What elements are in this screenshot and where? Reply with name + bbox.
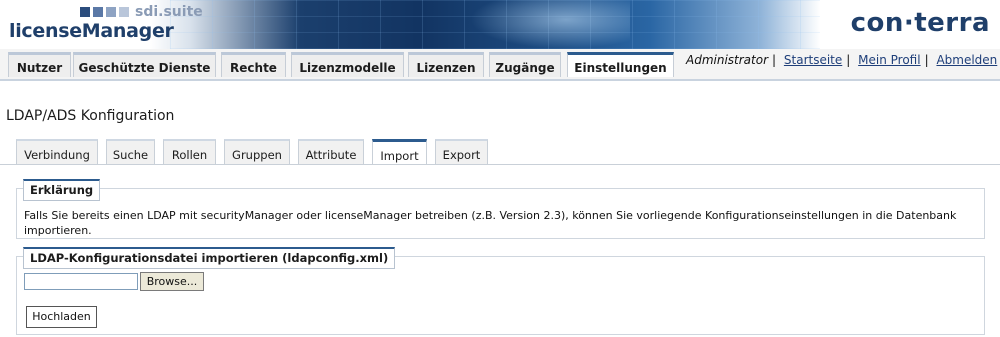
sub-nav: Verbindung Suche Rollen Gruppen Attribut…: [0, 139, 1000, 165]
subtab-export[interactable]: Export: [435, 139, 488, 164]
link-abmelden[interactable]: Abmelden: [936, 53, 997, 67]
subtab-suche[interactable]: Suche: [106, 139, 155, 164]
upload-button[interactable]: Hochladen: [26, 306, 97, 328]
import-legend: LDAP-Konfigurationsdatei importieren (ld…: [23, 247, 396, 269]
browse-button[interactable]: Browse...: [140, 272, 204, 291]
suite-logo: sdi.suite: [80, 4, 203, 20]
main-nav: Nutzer Geschützte Dienste Rechte Lizenzm…: [0, 49, 1000, 81]
user-role: Administrator: [686, 53, 769, 67]
import-fieldset: LDAP-Konfigurationsdatei importieren (ld…: [16, 247, 985, 335]
link-startseite[interactable]: Startseite: [784, 53, 842, 67]
tab-lizenzmodelle[interactable]: Lizenzmodelle: [291, 52, 404, 77]
logo-square-icon: [106, 7, 116, 17]
app-header: sdi.suite licenseManager con·terra: [0, 0, 1000, 49]
subtab-import[interactable]: Import: [372, 139, 427, 164]
subtab-rollen[interactable]: Rollen: [163, 139, 216, 164]
tab-zugaenge[interactable]: Zugänge: [489, 52, 561, 77]
logo-square-icon: [80, 7, 90, 17]
suite-name: sdi.suite: [135, 4, 203, 20]
product-name: licenseManager: [9, 20, 174, 42]
header-banner-glow: [470, 0, 630, 49]
explanation-text: Falls Sie bereits einen LDAP mit securit…: [24, 209, 957, 237]
explanation-fieldset: Erklärung Falls Sie bereits einen LDAP m…: [16, 179, 985, 239]
link-mein-profil[interactable]: Mein Profil: [858, 53, 920, 67]
subtab-verbindung[interactable]: Verbindung: [16, 139, 98, 164]
tab-einstellungen[interactable]: Einstellungen: [567, 52, 674, 77]
tab-rechte[interactable]: Rechte: [221, 52, 286, 77]
subtab-attribute[interactable]: Attribute: [298, 139, 364, 164]
explanation-legend: Erklärung: [23, 179, 101, 201]
tab-nutzer[interactable]: Nutzer: [8, 52, 71, 77]
subnav-divider: [0, 164, 1000, 165]
subtab-gruppen[interactable]: Gruppen: [224, 139, 290, 164]
tab-geschuetzte-dienste[interactable]: Geschützte Dienste: [73, 52, 216, 77]
tab-lizenzen[interactable]: Lizenzen: [408, 52, 484, 77]
user-bar: Administrator | Startseite | Mein Profil | …: [686, 53, 998, 67]
logo-square-icon: [93, 7, 103, 17]
brand-logo: con·terra: [850, 8, 990, 38]
page-title: LDAP/ADS Konfiguration: [6, 108, 175, 124]
file-path-field[interactable]: [24, 273, 138, 290]
logo-square-icon: [119, 7, 129, 17]
